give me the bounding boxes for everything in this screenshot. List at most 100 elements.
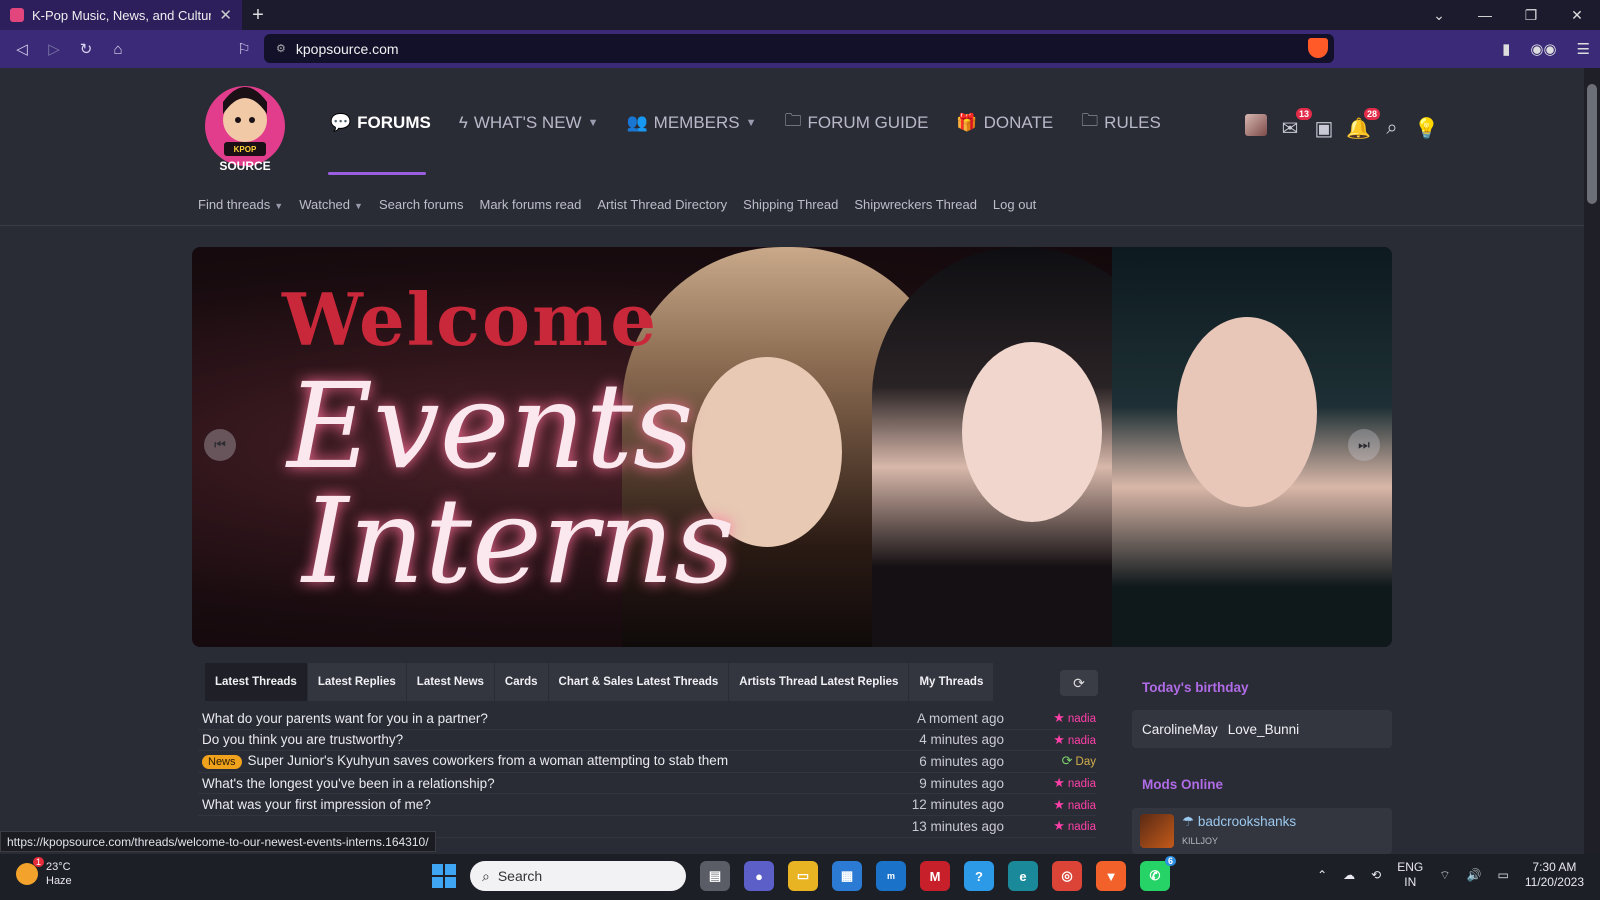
thread-title-cell[interactable]: News Super Junior's Kyuhyun saves coworke… xyxy=(198,753,864,770)
subnav-log-out[interactable]: Log out xyxy=(993,197,1036,212)
nav-donate[interactable]: 🎁 DONATE xyxy=(956,113,1053,133)
cloud-off-icon[interactable]: ☁ xyxy=(1343,868,1355,882)
weather-widget[interactable]: 1 23°C Haze xyxy=(16,857,72,888)
address-bar[interactable]: ⚙ kpopsource.com xyxy=(264,34,1334,63)
brave-shield-icon[interactable] xyxy=(1308,38,1328,58)
thread-author[interactable]: ★ nadia xyxy=(1004,818,1096,834)
back-icon[interactable]: ◁ xyxy=(6,40,38,58)
start-button[interactable] xyxy=(432,864,456,888)
new-tab-button[interactable]: + xyxy=(242,4,274,27)
tab-search-chevron-icon[interactable]: ⌄ xyxy=(1416,7,1462,24)
clock[interactable]: 7:30 AM 11/20/2023 xyxy=(1525,860,1584,890)
thread-row[interactable]: News Super Junior's Kyuhyun saves coworke… xyxy=(198,751,1096,773)
mcafee-icon[interactable]: M xyxy=(920,861,950,891)
thread-row[interactable]: What do your parents want for you in a p… xyxy=(198,708,1096,730)
sync-icon[interactable]: ⟲ xyxy=(1371,868,1381,882)
thread-tab[interactable]: Cards xyxy=(494,663,549,701)
thread-author[interactable]: ★ nadia xyxy=(1004,710,1096,726)
reload-icon[interactable]: ↻ xyxy=(70,40,102,58)
home-icon[interactable]: ⌂ xyxy=(102,41,134,58)
chevron-up-icon[interactable]: ⌃ xyxy=(1317,868,1327,882)
minimize-button[interactable]: — xyxy=(1462,7,1508,23)
alerts-bell-icon[interactable]: 🔔 28 xyxy=(1346,107,1380,141)
lightbulb-icon[interactable]: 💡 xyxy=(1414,116,1439,141)
task-view-icon[interactable]: ▤ xyxy=(700,861,730,891)
thread-title[interactable]: Do you think you are trustworthy? xyxy=(202,732,403,747)
birthday-user[interactable]: CarolineMay xyxy=(1142,722,1218,737)
nav-whats-new[interactable]: ϟ WHAT'S NEW ▼ xyxy=(459,113,599,133)
birthday-user[interactable]: Love_Bunni xyxy=(1228,722,1299,737)
thread-title-cell[interactable]: Do you think you are trustworthy? xyxy=(198,732,864,747)
forward-icon[interactable]: ▷ xyxy=(38,40,70,58)
close-window-button[interactable]: ✕ xyxy=(1554,7,1600,24)
thread-tab[interactable]: Artists Thread Latest Replies xyxy=(729,663,910,701)
thread-tab[interactable]: Chart & Sales Latest Threads xyxy=(548,663,730,701)
thread-author[interactable]: ★ nadia xyxy=(1004,797,1096,813)
taskbar-search[interactable]: ⌕ Search xyxy=(470,861,686,891)
thread-title[interactable]: What do your parents want for you in a p… xyxy=(202,711,488,726)
edge-icon[interactable]: e xyxy=(1008,861,1038,891)
thread-author[interactable]: ★ nadia xyxy=(1004,732,1096,748)
thread-tab[interactable]: Latest News xyxy=(406,663,495,701)
subnav-shipwreckers-thread[interactable]: Shipwreckers Thread xyxy=(854,197,977,212)
volume-icon[interactable]: 🔊 xyxy=(1467,868,1482,882)
nav-forum-guide[interactable]: 🗀 FORUM GUIDE xyxy=(785,108,929,137)
thread-title-cell[interactable]: What's the longest you've been in a rela… xyxy=(198,776,864,791)
menu-icon[interactable]: ☰ xyxy=(1577,40,1590,58)
site-logo[interactable]: KPOP SOURCE xyxy=(200,72,290,176)
file-explorer-icon[interactable]: ▭ xyxy=(788,861,818,891)
slider-next-button[interactable]: ⏭ xyxy=(1348,429,1380,461)
avatar[interactable] xyxy=(1140,814,1174,848)
thread-title-cell[interactable]: What was your first impression of me? xyxy=(198,797,864,812)
thread-tab[interactable]: Latest Replies xyxy=(307,663,407,701)
subnav-search-forums[interactable]: Search forums xyxy=(379,197,464,212)
thread-title-cell[interactable]: What do your parents want for you in a p… xyxy=(198,711,864,726)
help-icon[interactable]: ? xyxy=(964,861,994,891)
vpn-glasses-icon[interactable]: ◉◉ xyxy=(1530,40,1556,58)
subnav-find-threads[interactable]: Find threads ▼ xyxy=(198,197,283,212)
site-info-icon[interactable]: ⚙ xyxy=(276,42,286,55)
refresh-button[interactable]: ⟳ xyxy=(1060,670,1098,696)
thread-title[interactable]: Super Junior's Kyuhyun saves coworkers f… xyxy=(248,753,729,768)
teams-icon[interactable]: ● xyxy=(744,861,774,891)
credits-icon[interactable]: ▣ xyxy=(1312,116,1336,141)
search-icon[interactable]: ⌕ xyxy=(1380,117,1404,140)
nav-forums[interactable]: 💬 FORUMS xyxy=(330,113,431,133)
subnav-mark-read[interactable]: Mark forums read xyxy=(479,197,581,212)
thread-author[interactable]: ⟳ Day xyxy=(1004,753,1096,769)
bookmark-icon[interactable]: ⚐ xyxy=(228,40,260,58)
browser-tab[interactable]: K-Pop Music, News, and Culture ✕ xyxy=(0,0,242,30)
subnav-artist-directory[interactable]: Artist Thread Directory xyxy=(597,197,727,212)
thread-tab[interactable]: My Threads xyxy=(909,663,995,701)
subnav-shipping-thread[interactable]: Shipping Thread xyxy=(743,197,838,212)
store-icon[interactable]: ▦ xyxy=(832,861,862,891)
thread-title[interactable]: What's the longest you've been in a rela… xyxy=(202,776,495,791)
chrome-icon[interactable]: ◎ xyxy=(1052,861,1082,891)
close-tab-icon[interactable]: ✕ xyxy=(219,6,232,24)
brave-icon[interactable]: ▼ xyxy=(1096,861,1126,891)
scrollbar-thumb[interactable] xyxy=(1587,84,1597,204)
slider-prev-button[interactable]: ⏮ xyxy=(204,429,236,461)
nav-members[interactable]: 👥 MEMBERS ▼ xyxy=(627,113,757,133)
hero-banner[interactable]: Welcome Events Interns ⏮ ⏭ xyxy=(192,247,1392,647)
language-indicator[interactable]: ENG IN xyxy=(1397,860,1423,890)
whatsapp-icon[interactable]: ✆ 6 xyxy=(1140,856,1176,891)
thread-row[interactable]: Do you think you are trustworthy? 4 minut… xyxy=(198,730,1096,752)
chevron-down-icon[interactable]: ▼ xyxy=(746,117,757,129)
thread-title[interactable]: What was your first impression of me? xyxy=(202,797,431,812)
battery-icon[interactable]: ▭ xyxy=(1497,868,1508,882)
inbox-icon[interactable]: ✉ 13 xyxy=(1278,107,1312,141)
thread-row[interactable]: What was your first impression of me? 12 … xyxy=(198,794,1096,816)
chevron-down-icon[interactable]: ▼ xyxy=(588,117,599,129)
wifi-icon[interactable]: ⌔ xyxy=(1439,868,1450,883)
mobile-app-icon[interactable]: m xyxy=(876,861,906,891)
thread-tab[interactable]: Latest Threads xyxy=(205,663,308,701)
sidebar-toggle-icon[interactable]: ▮ xyxy=(1502,40,1510,58)
thread-author[interactable]: ★ nadia xyxy=(1004,775,1096,791)
restore-button[interactable]: ❐ xyxy=(1508,7,1554,24)
account-avatar[interactable] xyxy=(1244,114,1268,142)
page-scrollbar[interactable] xyxy=(1584,68,1600,854)
nav-rules[interactable]: 🗀 RULES xyxy=(1081,108,1161,137)
thread-row[interactable]: What's the longest you've been in a rela… xyxy=(198,773,1096,795)
mod-username[interactable]: ☂ badcrookshanks xyxy=(1182,814,1296,830)
